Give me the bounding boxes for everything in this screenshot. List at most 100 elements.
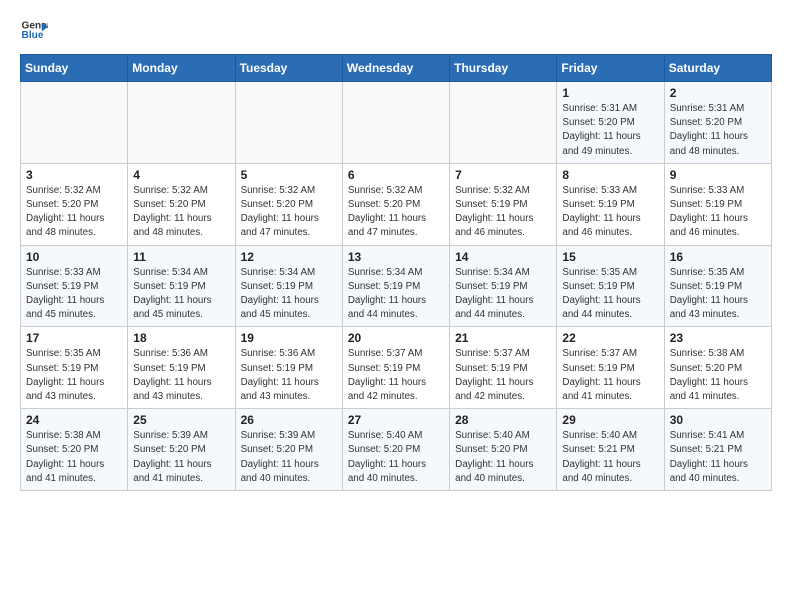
day-number: 30 (670, 413, 766, 427)
day-info: Sunrise: 5:37 AMSunset: 5:19 PMDaylight:… (455, 347, 551, 404)
day-cell: 27Sunrise: 5:40 AMSunset: 5:20 PMDayligh… (342, 409, 449, 491)
day-cell: 3 Sunrise: 5:32 AMSunset: 5:20 PMDaylight… (21, 163, 128, 245)
day-cell: 17 Sunrise: 5:35 AMSunset: 5:19 PMDayligh… (21, 327, 128, 409)
day-cell: 5 Sunrise: 5:32 AMSunset: 5:20 PMDaylight… (235, 163, 342, 245)
day-number: 21 (455, 331, 551, 345)
day-info: Sunrise: 5:34 AMSunset: 5:19 PMDaylight:… (241, 266, 337, 323)
day-number: 26 (241, 413, 337, 427)
day-cell: 25 Sunrise: 5:39 AMSunset: 5:20 PMDayligh… (128, 409, 235, 491)
day-cell: 15 Sunrise: 5:35 AMSunset: 5:19 PMDayligh… (557, 245, 664, 327)
day-cell: 23 Sunrise: 5:38 AMSunset: 5:20 PMDayligh… (664, 327, 771, 409)
day-number: 27 (348, 413, 444, 427)
day-info: Sunrise: 5:32 AMSunset: 5:20 PMDaylight:… (348, 184, 444, 241)
day-cell (342, 82, 449, 164)
day-number: 7 (455, 168, 551, 182)
day-info: Sunrise: 5:35 AMSunset: 5:19 PMDaylight:… (562, 266, 658, 323)
day-cell: 4 Sunrise: 5:32 AMSunset: 5:20 PMDaylight… (128, 163, 235, 245)
logo: General Blue (20, 16, 48, 44)
day-cell: 29 Sunrise: 5:40 AMSunset: 5:21 PMDayligh… (557, 409, 664, 491)
calendar-table: SundayMondayTuesdayWednesdayThursdayFrid… (20, 54, 772, 491)
day-cell: 2 Sunrise: 5:31 AMSunset: 5:20 PMDaylight… (664, 82, 771, 164)
day-number: 16 (670, 250, 766, 264)
day-info: Sunrise: 5:32 AMSunset: 5:20 PMDaylight:… (133, 184, 229, 241)
day-number: 28 (455, 413, 551, 427)
weekday-header-row: SundayMondayTuesdayWednesdayThursdayFrid… (21, 55, 772, 82)
day-number: 6 (348, 168, 444, 182)
weekday-thursday: Thursday (450, 55, 557, 82)
weekday-wednesday: Wednesday (342, 55, 449, 82)
week-row-1: 1 Sunrise: 5:31 AMSunset: 5:20 PMDaylight… (21, 82, 772, 164)
weekday-sunday: Sunday (21, 55, 128, 82)
day-info: Sunrise: 5:40 AMSunset: 5:20 PMDaylight:… (455, 429, 551, 486)
day-cell: 16 Sunrise: 5:35 AMSunset: 5:19 PMDayligh… (664, 245, 771, 327)
day-cell: 20 Sunrise: 5:37 AMSunset: 5:19 PMDayligh… (342, 327, 449, 409)
day-info: Sunrise: 5:31 AMSunset: 5:20 PMDaylight:… (670, 102, 766, 159)
day-info: Sunrise: 5:33 AMSunset: 5:19 PMDaylight:… (26, 266, 122, 323)
week-row-5: 24 Sunrise: 5:38 AMSunset: 5:20 PMDayligh… (21, 409, 772, 491)
header: General Blue (20, 16, 772, 44)
day-cell: 21 Sunrise: 5:37 AMSunset: 5:19 PMDayligh… (450, 327, 557, 409)
day-number: 18 (133, 331, 229, 345)
day-info: Sunrise: 5:33 AMSunset: 5:19 PMDaylight:… (670, 184, 766, 241)
day-cell: 18 Sunrise: 5:36 AMSunset: 5:19 PMDayligh… (128, 327, 235, 409)
day-number: 13 (348, 250, 444, 264)
day-cell: 19Sunrise: 5:36 AMSunset: 5:19 PMDayligh… (235, 327, 342, 409)
day-cell: 7 Sunrise: 5:32 AMSunset: 5:19 PMDaylight… (450, 163, 557, 245)
day-cell: 8Sunrise: 5:33 AMSunset: 5:19 PMDaylight… (557, 163, 664, 245)
day-number: 29 (562, 413, 658, 427)
day-cell: 12 Sunrise: 5:34 AMSunset: 5:19 PMDayligh… (235, 245, 342, 327)
day-info: Sunrise: 5:40 AMSunset: 5:21 PMDaylight:… (562, 429, 658, 486)
week-row-2: 3 Sunrise: 5:32 AMSunset: 5:20 PMDaylight… (21, 163, 772, 245)
day-info: Sunrise: 5:34 AMSunset: 5:19 PMDaylight:… (348, 266, 444, 323)
day-number: 19 (241, 331, 337, 345)
day-cell: 9Sunrise: 5:33 AMSunset: 5:19 PMDaylight… (664, 163, 771, 245)
weekday-saturday: Saturday (664, 55, 771, 82)
day-number: 3 (26, 168, 122, 182)
day-info: Sunrise: 5:34 AMSunset: 5:19 PMDaylight:… (455, 266, 551, 323)
week-row-3: 10 Sunrise: 5:33 AMSunset: 5:19 PMDayligh… (21, 245, 772, 327)
day-number: 12 (241, 250, 337, 264)
day-info: Sunrise: 5:32 AMSunset: 5:20 PMDaylight:… (241, 184, 337, 241)
day-number: 14 (455, 250, 551, 264)
day-info: Sunrise: 5:35 AMSunset: 5:19 PMDaylight:… (670, 266, 766, 323)
day-cell: 24 Sunrise: 5:38 AMSunset: 5:20 PMDayligh… (21, 409, 128, 491)
day-number: 17 (26, 331, 122, 345)
logo-icon: General Blue (20, 16, 48, 44)
day-info: Sunrise: 5:36 AMSunset: 5:19 PMDaylight:… (133, 347, 229, 404)
day-number: 1 (562, 86, 658, 100)
day-number: 11 (133, 250, 229, 264)
day-number: 24 (26, 413, 122, 427)
day-info: Sunrise: 5:32 AMSunset: 5:20 PMDaylight:… (26, 184, 122, 241)
day-cell: 10 Sunrise: 5:33 AMSunset: 5:19 PMDayligh… (21, 245, 128, 327)
day-number: 20 (348, 331, 444, 345)
day-number: 22 (562, 331, 658, 345)
day-cell: 28 Sunrise: 5:40 AMSunset: 5:20 PMDayligh… (450, 409, 557, 491)
day-cell (450, 82, 557, 164)
day-number: 10 (26, 250, 122, 264)
day-info: Sunrise: 5:39 AMSunset: 5:20 PMDaylight:… (241, 429, 337, 486)
day-cell: 30 Sunrise: 5:41 AMSunset: 5:21 PMDayligh… (664, 409, 771, 491)
day-number: 4 (133, 168, 229, 182)
weekday-tuesday: Tuesday (235, 55, 342, 82)
day-cell: 6 Sunrise: 5:32 AMSunset: 5:20 PMDaylight… (342, 163, 449, 245)
day-info: Sunrise: 5:35 AMSunset: 5:19 PMDaylight:… (26, 347, 122, 404)
day-info: Sunrise: 5:38 AMSunset: 5:20 PMDaylight:… (670, 347, 766, 404)
day-info: Sunrise: 5:39 AMSunset: 5:20 PMDaylight:… (133, 429, 229, 486)
day-cell: 22Sunrise: 5:37 AMSunset: 5:19 PMDayligh… (557, 327, 664, 409)
day-number: 23 (670, 331, 766, 345)
day-number: 25 (133, 413, 229, 427)
day-number: 5 (241, 168, 337, 182)
day-info: Sunrise: 5:41 AMSunset: 5:21 PMDaylight:… (670, 429, 766, 486)
weekday-monday: Monday (128, 55, 235, 82)
weekday-friday: Friday (557, 55, 664, 82)
day-cell: 1Sunrise: 5:31 AMSunset: 5:20 PMDaylight… (557, 82, 664, 164)
week-row-4: 17 Sunrise: 5:35 AMSunset: 5:19 PMDayligh… (21, 327, 772, 409)
day-cell: 11Sunrise: 5:34 AMSunset: 5:19 PMDayligh… (128, 245, 235, 327)
day-info: Sunrise: 5:37 AMSunset: 5:19 PMDaylight:… (348, 347, 444, 404)
day-info: Sunrise: 5:32 AMSunset: 5:19 PMDaylight:… (455, 184, 551, 241)
day-cell (21, 82, 128, 164)
day-cell: 13 Sunrise: 5:34 AMSunset: 5:19 PMDayligh… (342, 245, 449, 327)
day-number: 2 (670, 86, 766, 100)
day-info: Sunrise: 5:38 AMSunset: 5:20 PMDaylight:… (26, 429, 122, 486)
day-number: 15 (562, 250, 658, 264)
